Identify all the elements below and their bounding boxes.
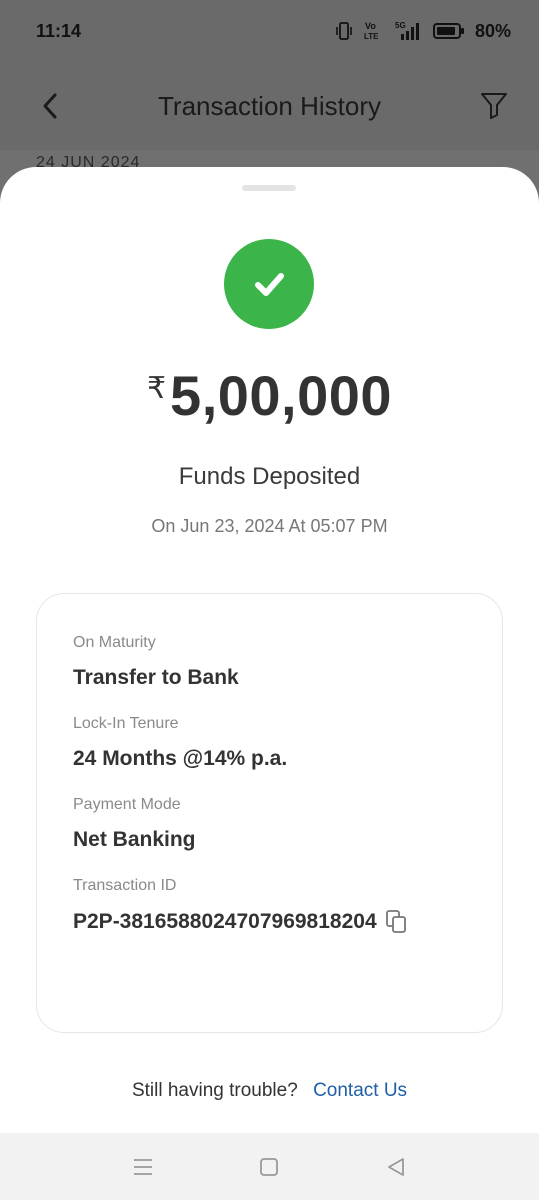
maturity-value: Transfer to Bank (73, 666, 239, 689)
contact-us-link[interactable]: Contact Us (313, 1080, 407, 1101)
detail-value: Transfer to Bank (73, 666, 502, 690)
transaction-status: Funds Deposited (178, 463, 361, 490)
help-row: Still having trouble? Contact Us (0, 1080, 539, 1102)
copy-icon[interactable] (385, 909, 409, 935)
page-title: Transaction History (158, 90, 381, 121)
back-icon[interactable] (376, 1147, 416, 1187)
battery-icon (432, 22, 465, 40)
filter-icon[interactable] (477, 88, 511, 122)
detail-label: Transaction ID (73, 877, 177, 894)
detail-value: Net Banking (73, 828, 502, 852)
battery-percent: 80% (474, 20, 511, 41)
detail-label: On Maturity (73, 634, 156, 651)
app-header: Transaction History (0, 62, 539, 150)
detail-transaction-id: Transaction ID P2P-381658802470796981820… (73, 877, 502, 935)
detail-maturity: On Maturity Transfer to Bank (73, 634, 502, 690)
payment-mode-value: Net Banking (73, 828, 196, 851)
currency-symbol: ₹ (146, 372, 167, 405)
detail-label: Payment Mode (73, 796, 181, 813)
system-nav-bar (0, 1133, 539, 1200)
recents-icon[interactable] (123, 1147, 163, 1187)
transaction-id-value: P2P-381658802470796981820​4 (73, 910, 377, 933)
status-bar: 11:14 Vo LTE 5G 80% (0, 0, 539, 62)
volte-icon: Vo LTE (363, 20, 385, 42)
status-icons: Vo LTE 5G 80% (335, 20, 511, 42)
vibrate-icon (335, 21, 353, 41)
detail-payment-mode: Payment Mode Net Banking (73, 796, 502, 852)
svg-text:LTE: LTE (364, 32, 379, 41)
detail-label: Lock-In Tenure (73, 715, 179, 732)
svg-text:Vo: Vo (365, 21, 376, 31)
5g-signal-icon: 5G (395, 20, 423, 42)
detail-value: P2P-381658802470796981820​4 (73, 909, 502, 935)
home-icon[interactable] (249, 1147, 289, 1187)
details-card: On Maturity Transfer to Bank Lock-In Ten… (36, 593, 503, 1033)
success-check-icon (224, 239, 314, 329)
transaction-amount: 5,00,000 (170, 364, 393, 427)
tenure-value: 24 Months @14% p.a. (73, 747, 288, 770)
detail-tenure: Lock-In Tenure 24 Months @14% p.a. (73, 715, 502, 771)
help-prompt: Still having trouble? (131, 1080, 298, 1101)
transaction-date: On Jun 23, 2024 At 05:07 PM (151, 516, 388, 536)
back-arrow-icon[interactable] (34, 90, 66, 122)
drag-handle[interactable] (242, 185, 296, 191)
status-time: 11:14 (36, 20, 82, 41)
svg-text:5G: 5G (395, 21, 406, 30)
amount-display: ₹ 5,00,000 (0, 363, 539, 428)
detail-value: 24 Months @14% p.a. (73, 747, 502, 771)
transaction-detail-sheet: ₹ 5,00,000 Funds Deposited On Jun 23, 20… (0, 167, 539, 1133)
